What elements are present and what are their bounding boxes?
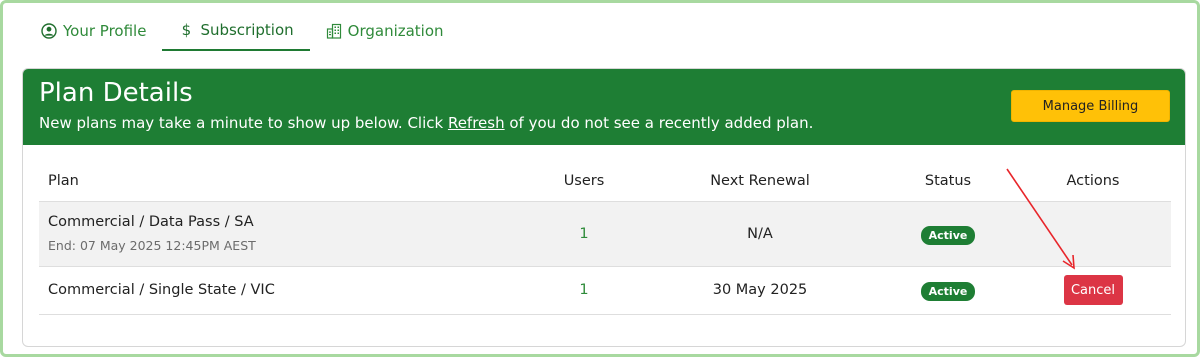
col-header-users: Users — [529, 162, 639, 202]
table-row: Commercial / Data Pass / SA End: 07 May … — [39, 201, 1171, 267]
plan-end-date: End: 07 May 2025 12:45PM AEST — [48, 238, 256, 253]
users-cell: 1 — [529, 201, 639, 267]
next-renewal-cell: 30 May 2025 — [639, 266, 881, 315]
manage-billing-button[interactable]: Manage Billing — [1011, 90, 1170, 122]
table-header-row: Plan Users Next Renewal Status Actions — [39, 162, 1171, 202]
tab-label: Your Profile — [63, 22, 147, 40]
page-title: Plan Details — [39, 78, 193, 108]
plan-details-header: Plan Details New plans may take a minute… — [23, 69, 1185, 145]
dollar-icon: $ — [181, 21, 192, 39]
plan-details-subtitle: New plans may take a minute to show up b… — [39, 114, 813, 132]
tab-label: Subscription — [200, 21, 294, 39]
col-header-status: Status — [881, 162, 1015, 202]
status-cell: Active — [881, 266, 1015, 315]
tab-bar: Your Profile $ Subscription Organization — [25, 11, 460, 51]
plan-details-card: Plan Details New plans may take a minute… — [22, 68, 1186, 347]
cancel-button[interactable]: Cancel — [1063, 275, 1123, 305]
status-badge: Active — [920, 282, 976, 301]
plan-name: Commercial / Single State / VIC — [48, 282, 275, 298]
plan-name: Commercial / Data Pass / SA — [48, 214, 254, 230]
plans-table: Plan Users Next Renewal Status Actions C… — [39, 162, 1171, 315]
subtitle-text-after: of you do not see a recently added plan. — [504, 114, 814, 132]
users-cell: 1 — [529, 266, 639, 315]
next-renewal-cell: N/A — [639, 201, 881, 267]
actions-cell — [1015, 201, 1171, 267]
plan-cell: Commercial / Data Pass / SA End: 07 May … — [39, 201, 529, 267]
page-frame: Your Profile $ Subscription Organization… — [0, 0, 1200, 357]
status-cell: Active — [881, 201, 1015, 267]
tab-organization[interactable]: Organization — [310, 11, 460, 51]
col-header-next-renewal: Next Renewal — [639, 162, 881, 202]
actions-cell: Cancel — [1015, 266, 1171, 315]
col-header-plan: Plan — [39, 162, 529, 202]
tab-your-profile[interactable]: Your Profile — [25, 11, 162, 51]
status-badge: Active — [920, 225, 976, 245]
table-row: Commercial / Single State / VIC 1 30 May… — [39, 266, 1171, 315]
user-circle-icon — [41, 23, 57, 39]
refresh-link[interactable]: Refresh — [448, 114, 505, 132]
tab-subscription[interactable]: $ Subscription — [162, 11, 310, 51]
plan-cell: Commercial / Single State / VIC — [39, 266, 529, 315]
building-icon — [326, 23, 342, 39]
tab-label: Organization — [347, 22, 444, 40]
col-header-actions: Actions — [1015, 162, 1171, 202]
subtitle-text-before: New plans may take a minute to show up b… — [39, 114, 448, 132]
